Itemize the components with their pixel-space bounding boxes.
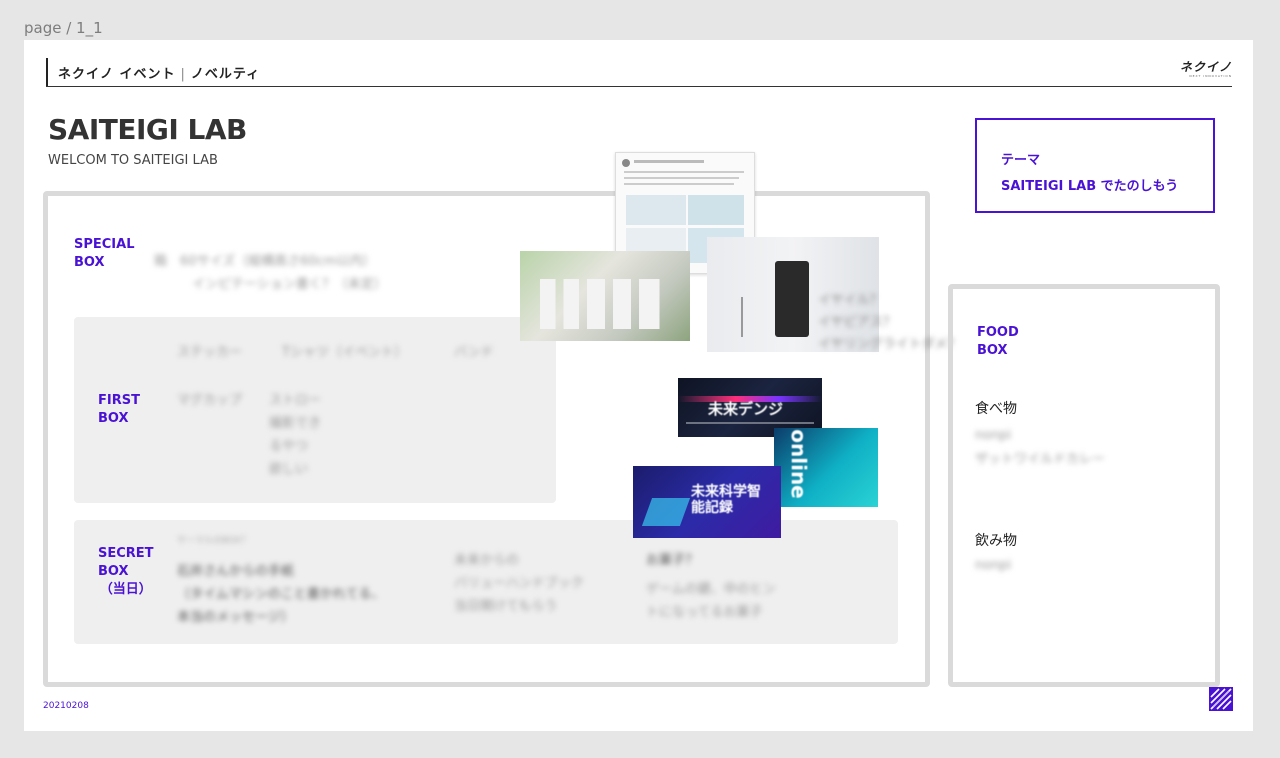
- first-box-label-line1: FIRST: [98, 393, 140, 408]
- header-title-right: ノベルティ: [190, 67, 261, 82]
- date-label: 20210208: [43, 701, 89, 711]
- special-box-label: SPECIAL BOX: [74, 236, 135, 272]
- first-item-band: バンド: [454, 345, 494, 360]
- header-title: ネクイノ イベント | ノベルティ: [58, 63, 260, 82]
- first-box-label: FIRST BOX: [98, 392, 140, 428]
- header-accent-bar: [46, 58, 48, 86]
- special-box-line2: インピテーション書く？（未定）: [192, 277, 387, 292]
- header-separator: |: [180, 67, 186, 82]
- secret-box-label: SECRET BOX （当日）: [98, 545, 154, 599]
- caption-line2: イヤピアス？: [818, 315, 896, 330]
- secret-note: サーマルのBOX？: [177, 536, 250, 546]
- page-title: SAITEIGI LAB: [48, 113, 247, 146]
- secret-sweets-title: お菓子？: [646, 553, 699, 568]
- secret-sweets: ゲームの鍵、中のヒン トになってるお菓子: [646, 578, 776, 624]
- secret-letter-line3: 本当のメッセージ）: [177, 610, 294, 625]
- header-title-left: ネクイノ イベント: [58, 67, 176, 82]
- corner-logo-icon: [1209, 687, 1233, 711]
- food-items: nonpi ザットワイルドカレー: [975, 424, 1105, 472]
- first-item-sticker: ステッカー: [177, 345, 243, 360]
- slide-header: ネクイノ イベント | ノベルティ ネクイノ NEXT INNOVATION: [46, 58, 1232, 87]
- drink-heading: 飲み物: [975, 533, 1017, 549]
- secret-handbook-line2: バリューハンドブック: [454, 576, 584, 591]
- flyer3-title: online: [786, 429, 811, 499]
- food-heading: 食べ物: [975, 401, 1017, 417]
- first-box-label-line2: BOX: [98, 411, 129, 426]
- secret-box-label-line2: BOX: [98, 564, 129, 579]
- special-box-line1: 箱 60サイズ（縦横高さ60cm以内）: [154, 254, 376, 269]
- theme-text: SAITEIGI LAB でたのしもう: [1001, 179, 1179, 194]
- secret-letter: 石井さんからの手紙 （タイムマシンのこと書かれてる、 本当のメッセージ）: [177, 560, 384, 629]
- first-item-tshirt: Tシャツ（イベント）: [282, 345, 407, 360]
- breadcrumb[interactable]: page / 1_1: [24, 19, 103, 37]
- secret-box-label-line3: （当日）: [99, 582, 152, 597]
- theme-box: テーマ SAITEIGI LAB でたのしもう: [975, 118, 1215, 213]
- straw-line-4: 欲しい: [269, 462, 309, 477]
- secret-letter-line1: 石井さんからの手紙: [177, 564, 295, 579]
- drink-item-1: nonpi: [975, 558, 1012, 573]
- secret-box-label-line1: SECRET: [98, 546, 154, 561]
- group-photo: [520, 251, 690, 341]
- special-box-label-line2: BOX: [74, 255, 105, 270]
- flyer-mirai-kagaku: 未来科学智能記録: [633, 466, 781, 538]
- photo-caption: イヤイル？ イヤピアス？ イヤリングライトダメ？: [818, 290, 960, 356]
- first-item-mug: マグカップ: [177, 393, 243, 408]
- secret-handbook: 未来からの バリューハンドブック 当日開けてもらう: [454, 549, 584, 618]
- flyer2-title: 未来科学智能記録: [691, 484, 761, 516]
- company-logo: ネクイノ NEXT INNOVATION: [1180, 61, 1232, 79]
- secret-handbook-line3: 当日開けてもらう: [454, 599, 558, 614]
- logo-text: ネクイノ: [1179, 60, 1232, 74]
- food-box-label-line1: FOOD: [977, 325, 1019, 340]
- secret-handbook-line1: 未来からの: [454, 553, 520, 568]
- secret-letter-line2: （タイムマシンのこと書かれてる、: [177, 587, 385, 602]
- secret-sweets-line1: ゲームの鍵、中のヒン: [646, 582, 776, 597]
- page-subtitle: WELCOM TO SAITEIGI LAB: [48, 153, 218, 168]
- straw-line-3: るやつ: [269, 439, 309, 454]
- first-item-straw: ストロー 撮影でき るやつ 欲しい: [269, 389, 321, 481]
- logo-subtext: NEXT INNOVATION: [1189, 74, 1232, 78]
- flyer-online: online: [774, 428, 878, 507]
- food-item-2: ザットワイルドカレー: [975, 452, 1106, 467]
- slide-canvas: ネクイノ イベント | ノベルティ ネクイノ NEXT INNOVATION SAI…: [24, 40, 1253, 731]
- food-item-1: nonpi: [975, 428, 1012, 443]
- food-box-label-line2: BOX: [977, 343, 1008, 358]
- secret-sweets-line2: トになってるお菓子: [646, 605, 763, 620]
- flyer1-title: 未来デンジ: [708, 400, 784, 418]
- theme-label: テーマ: [1001, 153, 1041, 168]
- straw-line-2: 撮影でき: [269, 416, 322, 431]
- special-box-label-line1: SPECIAL: [74, 237, 135, 252]
- food-box-label: FOOD BOX: [977, 324, 1019, 360]
- caption-line3: イヤリングライトダメ？: [818, 337, 961, 352]
- drink-items: nonpi: [975, 554, 1011, 577]
- straw-line-1: ストロー: [269, 393, 322, 408]
- caption-line1: イヤイル？: [818, 293, 883, 308]
